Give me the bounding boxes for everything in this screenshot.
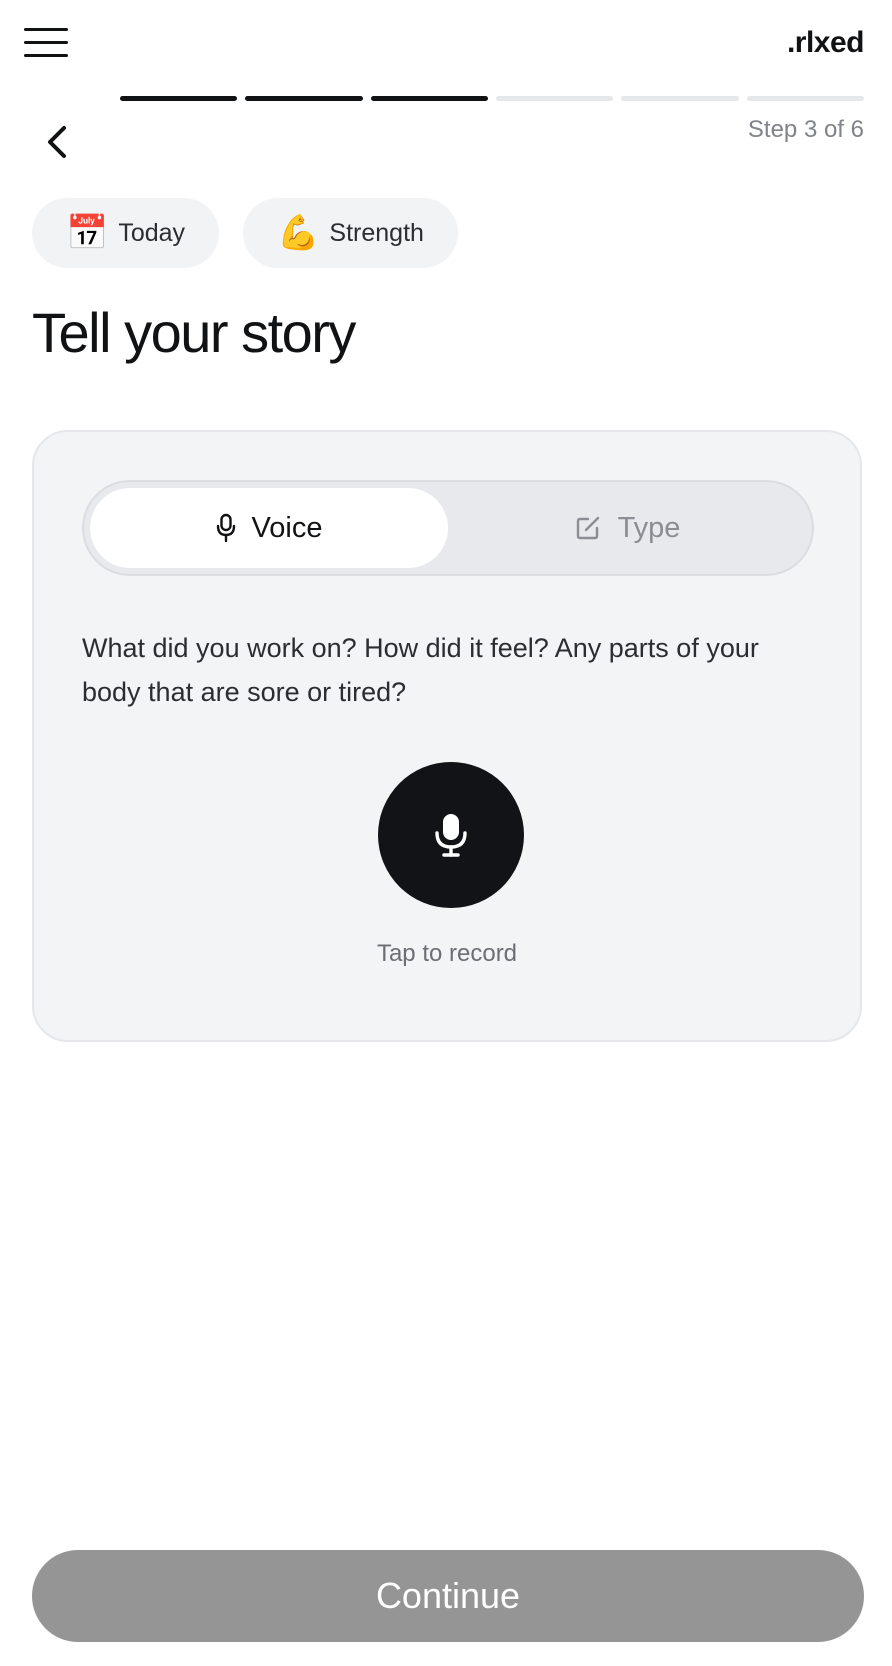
input-mode-toggle: Voice Type bbox=[82, 480, 814, 576]
menu-line bbox=[24, 54, 68, 57]
menu-line bbox=[24, 41, 68, 44]
microphone-icon bbox=[435, 814, 467, 857]
record-button[interactable] bbox=[378, 762, 524, 908]
type-mode-label: Type bbox=[617, 511, 681, 544]
progress-segment bbox=[746, 96, 864, 101]
menu-line bbox=[24, 28, 68, 31]
brand-logo: .rlxed bbox=[786, 26, 865, 59]
type-mode-button[interactable]: Type bbox=[448, 488, 806, 568]
page-title: Tell your story bbox=[32, 301, 356, 364]
continue-button[interactable]: Continue bbox=[32, 1550, 864, 1642]
progress-segment bbox=[245, 96, 363, 101]
chip-workout-type[interactable]: 💪 Strength bbox=[243, 198, 458, 268]
progress-segment bbox=[621, 96, 739, 101]
story-prompt: What did you work on? How did it feel? A… bbox=[82, 633, 759, 707]
record-hint: Tap to record bbox=[376, 940, 518, 967]
edit-icon bbox=[576, 516, 599, 540]
chevron-left-icon bbox=[48, 126, 66, 158]
back-button[interactable] bbox=[40, 122, 76, 162]
progress-segment bbox=[495, 96, 614, 101]
chip-workout-type-label: Strength bbox=[329, 218, 424, 247]
step-progress-bar bbox=[120, 96, 864, 101]
chip-date-label: Today bbox=[118, 218, 186, 247]
calendar-icon: 📅 bbox=[66, 214, 109, 252]
progress-segment bbox=[120, 96, 238, 101]
story-input-card: Voice Type What did you work on? How did… bbox=[32, 430, 862, 1042]
step-counter: Step 3 of 6 bbox=[747, 116, 864, 143]
voice-mode-label: Voice bbox=[251, 511, 323, 544]
workout-tags: 📅 Today 💪 Strength bbox=[32, 198, 458, 268]
chip-date[interactable]: 📅 Today bbox=[32, 198, 220, 268]
voice-mode-button[interactable]: Voice bbox=[90, 488, 448, 568]
log-workout-screen: .rlxed Step 3 of 6 📅 Today 💪 Strength Te… bbox=[0, 0, 892, 1666]
microphone-icon bbox=[216, 513, 235, 543]
flexed-biceps-icon: 💪 bbox=[277, 214, 320, 252]
progress-segment bbox=[370, 96, 488, 101]
hamburger-menu-icon[interactable] bbox=[24, 28, 68, 60]
